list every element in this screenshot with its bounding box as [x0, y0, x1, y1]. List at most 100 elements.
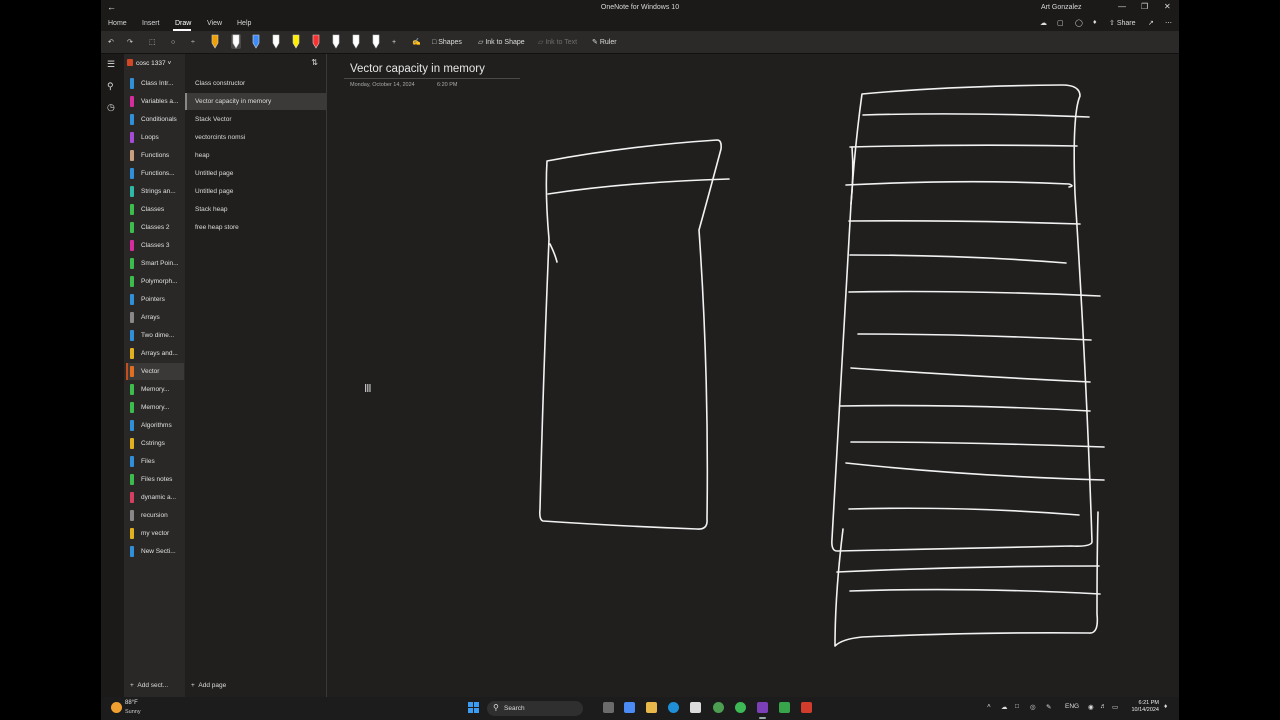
page-item[interactable]: vectorcints nomsi — [185, 129, 326, 146]
section-tab[interactable]: Vector — [126, 363, 184, 380]
weather-sun-icon[interactable] — [111, 702, 122, 713]
pen-icon[interactable] — [231, 34, 241, 49]
section-tab[interactable]: Memory... — [126, 381, 184, 398]
language-indicator[interactable]: ENG — [1065, 703, 1079, 710]
shapes-button[interactable]: □ Shapes — [432, 35, 462, 49]
notification-bell-icon[interactable]: ♦ — [1164, 703, 1167, 710]
ink-to-text-button[interactable]: ▱ Ink to Text — [538, 35, 577, 49]
page-item[interactable]: free heap store — [185, 219, 326, 236]
section-tab[interactable]: Smart Poin... — [126, 255, 184, 272]
page-item[interactable]: heap — [185, 147, 326, 164]
pen-icon[interactable] — [251, 34, 261, 49]
sort-icon[interactable]: ⇅ — [311, 58, 318, 67]
undo-icon[interactable]: ↶ — [108, 35, 114, 49]
recent-icon[interactable]: ◷ — [107, 102, 115, 113]
share-button[interactable]: ⇧ Share — [1109, 19, 1136, 27]
section-tab[interactable]: Two dime... — [126, 327, 184, 344]
section-tab[interactable]: Strings an... — [126, 183, 184, 200]
tab-view[interactable]: View — [207, 20, 222, 27]
wifi-icon[interactable]: ◉ — [1088, 703, 1094, 711]
page-item[interactable]: Untitled page — [185, 165, 326, 182]
redo-icon[interactable]: ↷ — [127, 35, 133, 49]
add-space-icon[interactable]: ÷ — [191, 35, 195, 49]
page-item[interactable]: Stack heap — [185, 201, 326, 218]
tablet-icon[interactable]: ▢ — [1057, 19, 1064, 27]
windows-start-icon[interactable] — [468, 702, 480, 714]
more-options-icon[interactable]: ⋯ — [1165, 19, 1172, 27]
clock[interactable]: 6:21 PM 10/14/2024 — [1127, 700, 1159, 714]
section-tab[interactable]: Cstrings — [126, 435, 184, 452]
section-tab[interactable]: recursion — [126, 507, 184, 524]
ink-drawing[interactable] — [327, 54, 1179, 697]
section-tab[interactable]: Class Intr... — [126, 75, 184, 92]
lightbulb-icon[interactable]: ◯ — [1075, 19, 1083, 27]
section-tab[interactable]: Polymorph... — [126, 273, 184, 290]
file-explorer-icon[interactable] — [646, 702, 657, 713]
pen-icon[interactable] — [271, 34, 281, 49]
microphone-icon[interactable]: ◎ — [1030, 703, 1036, 711]
app-green-icon[interactable] — [779, 702, 790, 713]
add-page-button[interactable]: + Add page — [191, 682, 226, 689]
edge-browser-icon[interactable] — [668, 702, 679, 713]
section-tab[interactable]: Memory... — [126, 399, 184, 416]
onedrive-icon[interactable]: ☁ — [1001, 703, 1008, 711]
page-item[interactable]: Untitled page — [185, 183, 326, 200]
highlighter-pen-icon[interactable] — [210, 34, 220, 49]
section-tab[interactable]: my vector — [126, 525, 184, 542]
pen-icon[interactable] — [331, 34, 341, 49]
onenote-app-icon[interactable] — [757, 702, 768, 719]
ruler-button[interactable]: ✎ Ruler — [592, 35, 617, 49]
tray-overflow-icon[interactable]: ˄ — [987, 703, 991, 710]
maximize-icon[interactable]: ❐ — [1141, 2, 1148, 11]
tab-home[interactable]: Home — [108, 20, 127, 27]
chrome-profile-icon[interactable] — [735, 702, 746, 713]
touch-draw-icon[interactable]: ✍ — [412, 35, 421, 49]
section-tab[interactable]: Classes 3 — [126, 237, 184, 254]
pen-icon[interactable] — [311, 34, 321, 49]
page-canvas[interactable]: Vector capacity in memory Monday, Octobe… — [327, 54, 1179, 697]
notebooks-icon[interactable]: ☰ — [107, 59, 115, 70]
add-pen-icon[interactable]: + — [392, 35, 396, 49]
page-item[interactable]: Stack Vector — [185, 111, 326, 128]
notebook-selector[interactable]: cosc 1337 ˅ — [127, 59, 183, 67]
tab-help[interactable]: Help — [237, 20, 251, 27]
section-tab[interactable]: Pointers — [126, 291, 184, 308]
pen-icon[interactable] — [371, 34, 381, 49]
user-name[interactable]: Art Gonzalez — [1041, 4, 1081, 11]
tab-draw[interactable]: Draw — [175, 20, 191, 27]
fullscreen-icon[interactable]: ↗ — [1148, 19, 1154, 27]
volume-icon[interactable]: ♬ — [1100, 703, 1107, 710]
weather-condition[interactable]: Sunny — [125, 709, 141, 715]
battery-icon[interactable]: ▭ — [1112, 703, 1118, 711]
bell-icon[interactable]: ♦ — [1093, 19, 1097, 26]
section-tab[interactable]: Variables a... — [126, 93, 184, 110]
section-tab[interactable]: Classes — [126, 201, 184, 218]
section-tab[interactable]: Files notes — [126, 471, 184, 488]
store-icon[interactable] — [690, 702, 701, 713]
pen-tray-icon[interactable]: ✎ — [1046, 703, 1051, 711]
pen-icon[interactable] — [351, 34, 361, 49]
section-tab[interactable]: Algorithms — [126, 417, 184, 434]
eraser-icon[interactable]: ○ — [171, 35, 175, 49]
add-section-button[interactable]: + Add sect... — [130, 682, 168, 689]
page-item[interactable]: Class constructor — [185, 75, 326, 92]
search-icon[interactable]: ⚲ — [107, 81, 114, 92]
chrome-icon[interactable] — [713, 702, 724, 713]
section-tab[interactable]: Files — [126, 453, 184, 470]
sync-icon[interactable]: ☁ — [1040, 19, 1047, 27]
section-tab[interactable]: dynamic a... — [126, 489, 184, 506]
section-tab[interactable]: Arrays and... — [126, 345, 184, 362]
section-tab[interactable]: Arrays — [126, 309, 184, 326]
section-tab[interactable]: Functions — [126, 147, 184, 164]
section-tab[interactable]: Functions... — [126, 165, 184, 182]
task-view-icon[interactable] — [603, 702, 614, 713]
copilot-icon[interactable] — [624, 702, 635, 713]
page-item[interactable]: Vector capacity in memory — [185, 93, 326, 110]
section-tab[interactable]: New Secti... — [126, 543, 184, 560]
weather-temperature[interactable]: 88°F — [125, 700, 138, 706]
lasso-select-icon[interactable]: ⬚ — [149, 35, 156, 49]
section-tab[interactable]: Classes 2 — [126, 219, 184, 236]
pen-icon[interactable] — [291, 34, 301, 49]
taskbar-search[interactable]: ⚲ Search — [487, 701, 583, 716]
tab-insert[interactable]: Insert — [142, 20, 160, 27]
